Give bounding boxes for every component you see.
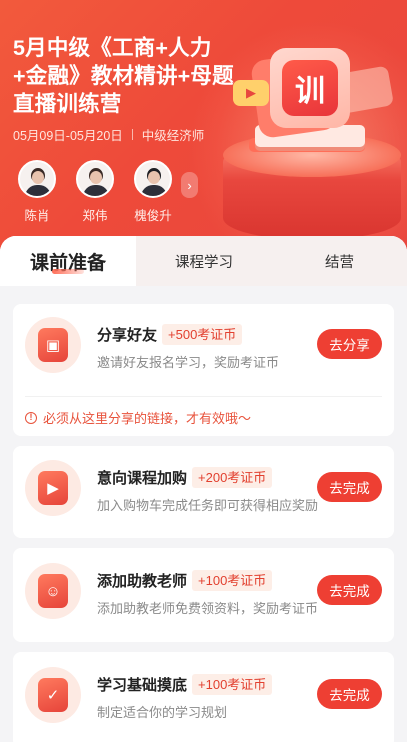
share-button[interactable]: 去分享	[317, 329, 382, 359]
tab-graduation[interactable]: 结营	[272, 236, 407, 286]
share-notice: ! 必须从这里分享的链接，才有效哦～	[25, 408, 251, 427]
complete-button[interactable]: 去完成	[317, 472, 382, 502]
teacher-name: 郑伟	[82, 209, 108, 223]
task-card-assessment: ✓ 学习基础摸底 +100考证币 制定适合你的学习规划 去完成	[13, 652, 394, 742]
course-date-range: 05月09日-05月20日	[13, 129, 123, 143]
share-card-icon: ▣	[25, 317, 81, 373]
task-description: 邀请好友报名学习，奖励考证币	[97, 355, 280, 370]
card-divider	[25, 396, 382, 397]
course-category: 中级经济师	[141, 129, 205, 143]
task-title: 添加助教老师 +100考证币	[97, 570, 273, 591]
teacher-list: 陈肖 郑伟 槐俊升 ›	[17, 160, 198, 224]
complete-button[interactable]: 去完成	[317, 679, 382, 709]
training-camp-illustration: 训 ▶	[215, 30, 407, 240]
cart-icon: ▶	[25, 460, 81, 516]
tab-bar: 课前准备 课程学习 结营	[0, 236, 407, 286]
share-notice-text: 必须从这里分享的链接，才有效哦～	[43, 411, 252, 426]
task-item: ☺ 添加助教老师 +100考证币 添加助教老师免费领资料，奖励考证币 去完成	[25, 561, 382, 621]
play-icon: ▶	[233, 80, 269, 106]
task-title: 意向课程加购 +200考证币	[97, 467, 273, 488]
contact-card-icon: ☺	[25, 563, 81, 619]
teacher-item[interactable]: 槐俊升	[133, 160, 173, 224]
reward-badge: +500考证币	[162, 324, 243, 345]
tab-active-indicator	[52, 269, 84, 274]
teacher-avatar	[134, 160, 172, 198]
tab-preparation[interactable]: 课前准备	[0, 236, 136, 286]
task-card-share: ▣ 分享好友 +500考证币 邀请好友报名学习，奖励考证币 去分享 ! 必须从这里…	[13, 304, 394, 436]
training-badge-char: 训	[282, 60, 338, 116]
task-card-cart: ▶ 意向课程加购 +200考证币 加入购物车完成任务即可获得相应奖励 去完成	[13, 446, 394, 538]
task-item: ✓ 学习基础摸底 +100考证币 制定适合你的学习规划 去完成	[25, 665, 382, 725]
tab-label: 结营	[325, 254, 354, 271]
reward-badge: +100考证币	[192, 674, 273, 695]
task-item: ▶ 意向课程加购 +200考证币 加入购物车完成任务即可获得相应奖励 去完成	[25, 458, 382, 518]
task-title: 分享好友 +500考证币	[97, 324, 243, 345]
teacher-avatar	[18, 160, 56, 198]
task-description: 加入购物车完成任务即可获得相应奖励	[97, 498, 319, 513]
training-badge: 训	[270, 48, 350, 128]
task-title: 学习基础摸底 +100考证币	[97, 674, 273, 695]
teacher-item[interactable]: 郑伟	[75, 160, 115, 224]
course-title: 5月中级《工商+人力+金融》教材精讲+母题直播训练营	[13, 36, 234, 116]
course-meta: 05月09日-05月20日 中级经济师	[13, 125, 204, 144]
complete-button[interactable]: 去完成	[317, 575, 382, 605]
teacher-item[interactable]: 陈肖	[17, 160, 57, 224]
teachers-more-arrow-icon[interactable]: ›	[181, 172, 198, 198]
task-card-assistant: ☺ 添加助教老师 +100考证币 添加助教老师免费领资料，奖励考证币 去完成	[13, 548, 394, 642]
teacher-name: 陈肖	[24, 209, 50, 223]
tab-label: 课程学习	[175, 254, 233, 271]
meta-divider	[131, 129, 133, 140]
tab-course-study[interactable]: 课程学习	[136, 236, 272, 286]
teacher-avatar	[76, 160, 114, 198]
task-description: 添加助教老师免费领资料，奖励考证币	[97, 601, 319, 616]
course-hero: 5月中级《工商+人力+金融》教材精讲+母题直播训练营 05月09日-05月20日…	[0, 0, 407, 262]
reward-badge: +100考证币	[192, 570, 273, 591]
reward-badge: +200考证币	[192, 467, 273, 488]
task-panel: 课前准备 课程学习 结营 ▣ 分享好友 +500考证币 邀请好友报名学习，奖励考证…	[0, 236, 407, 742]
info-icon: !	[25, 411, 37, 424]
checklist-icon: ✓	[25, 667, 81, 723]
task-item: ▣ 分享好友 +500考证币 邀请好友报名学习，奖励考证币 去分享	[25, 315, 382, 375]
teacher-name: 槐俊升	[134, 209, 172, 223]
task-description: 制定适合你的学习规划	[97, 705, 228, 720]
